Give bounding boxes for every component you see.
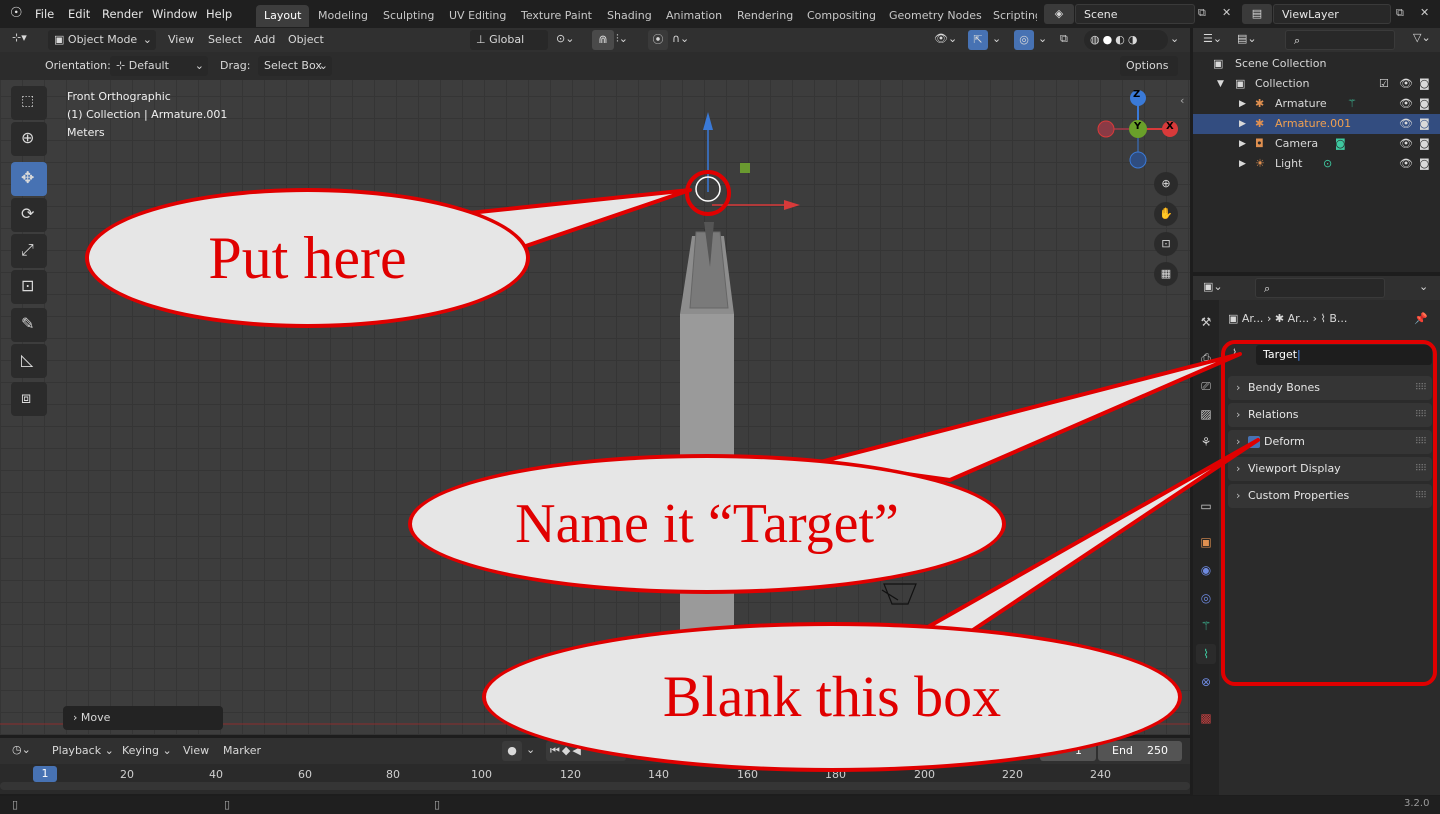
callout-blank-box: Blank this box [482, 622, 1182, 772]
callout-put-here: Put here [85, 188, 530, 328]
callout-tail-name-it [818, 352, 1242, 482]
callout-name-it: Name it “Target” [408, 454, 1006, 594]
